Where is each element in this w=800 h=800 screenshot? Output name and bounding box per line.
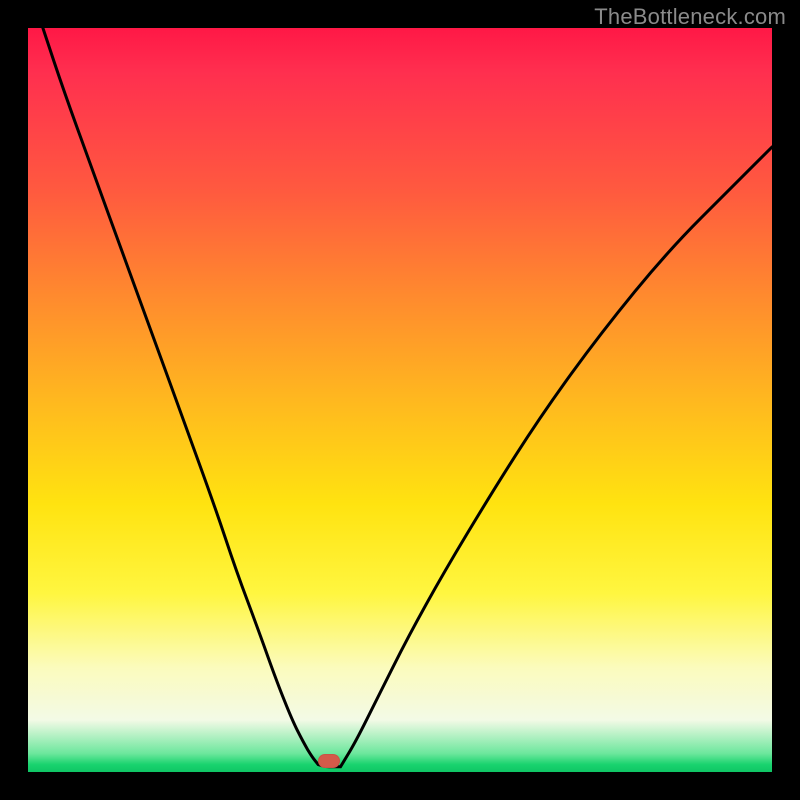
watermark-text: TheBottleneck.com xyxy=(594,4,786,30)
plot-area xyxy=(28,28,772,772)
bottleneck-curve xyxy=(28,28,772,772)
outer-frame: TheBottleneck.com xyxy=(0,0,800,800)
curve-path xyxy=(43,28,772,767)
min-marker xyxy=(318,754,340,768)
